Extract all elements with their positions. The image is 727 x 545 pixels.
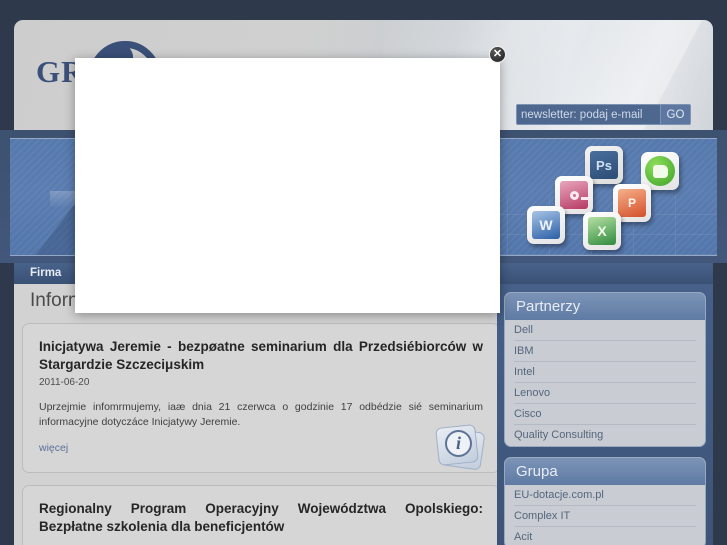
sidebar-item-ibm[interactable]: IBM bbox=[514, 341, 696, 362]
newsletter-go-button[interactable]: GO bbox=[660, 105, 690, 124]
word-icon-label: W bbox=[532, 211, 560, 239]
sidebar-section-grupa: Grupa EU-dotacje.com.pl Complex IT Acit bbox=[504, 457, 706, 545]
news-item-more-link[interactable]: więcej bbox=[39, 442, 68, 454]
sidebar: Partnerzy Dell IBM Intel Lenovo Cisco Qu… bbox=[497, 284, 713, 545]
sidebar-section-list: Dell IBM Intel Lenovo Cisco Quality Cons… bbox=[505, 320, 705, 446]
news-item[interactable]: Regionalny Program Operacyjny Województw… bbox=[22, 485, 500, 545]
page-root: GR GO Ps P bbox=[0, 0, 727, 545]
powerpoint-icon-label: P bbox=[618, 189, 646, 217]
news-list: Inicjatywa Jeremie - bezpøatne seminariu… bbox=[22, 323, 500, 545]
news-item-title: Inicjatywa Jeremie - bezpøatne seminariu… bbox=[39, 339, 483, 372]
news-item-title: Regionalny Program Operacyjny Województw… bbox=[39, 501, 483, 534]
fist-icon bbox=[652, 164, 668, 178]
excel-icon-label: X bbox=[588, 217, 616, 245]
info-icon: i bbox=[435, 424, 486, 471]
excel-icon: X bbox=[583, 212, 621, 250]
newsletter-email-input[interactable] bbox=[517, 105, 660, 124]
nav-item-firma[interactable]: Firma bbox=[14, 263, 77, 284]
sidebar-item-intel[interactable]: Intel bbox=[514, 362, 696, 383]
sidebar-section-partnerzy: Partnerzy Dell IBM Intel Lenovo Cisco Qu… bbox=[504, 292, 706, 447]
photoshop-icon-label: Ps bbox=[590, 151, 618, 179]
sidebar-item-lenovo[interactable]: Lenovo bbox=[514, 383, 696, 404]
key-icon bbox=[569, 190, 592, 200]
news-item-date: 2011-06-20 bbox=[39, 377, 90, 388]
news-item[interactable]: Inicjatywa Jeremie - bezpøatne seminariu… bbox=[22, 323, 500, 473]
sidebar-section-list: EU-dotacje.com.pl Complex IT Acit bbox=[505, 485, 705, 545]
coreldraw-icon-badge bbox=[645, 156, 675, 186]
software-icon-cluster: Ps P W X bbox=[525, 144, 705, 255]
sidebar-item-eu-dotacje[interactable]: EU-dotacje.com.pl bbox=[514, 485, 696, 506]
sidebar-item-quality-consulting[interactable]: Quality Consulting bbox=[514, 425, 696, 446]
sidebar-item-acit[interactable]: Acit bbox=[514, 527, 696, 545]
sidebar-item-cisco[interactable]: Cisco bbox=[514, 404, 696, 425]
modal-dialog bbox=[75, 58, 500, 313]
sidebar-section-title: Partnerzy bbox=[505, 293, 705, 320]
sidebar-item-complex-it[interactable]: Complex IT bbox=[514, 506, 696, 527]
word-icon: W bbox=[527, 206, 565, 244]
info-icon-glyph: i bbox=[445, 430, 472, 457]
newsletter-form[interactable]: GO bbox=[516, 104, 691, 125]
close-icon[interactable]: ✕ bbox=[489, 46, 506, 63]
sidebar-item-dell[interactable]: Dell bbox=[514, 320, 696, 341]
news-item-body: Uprzejmie infomrmujemy, iaæ dnia 21 czer… bbox=[39, 401, 483, 428]
access-icon-badge bbox=[560, 181, 592, 209]
sidebar-section-title: Grupa bbox=[505, 458, 705, 485]
